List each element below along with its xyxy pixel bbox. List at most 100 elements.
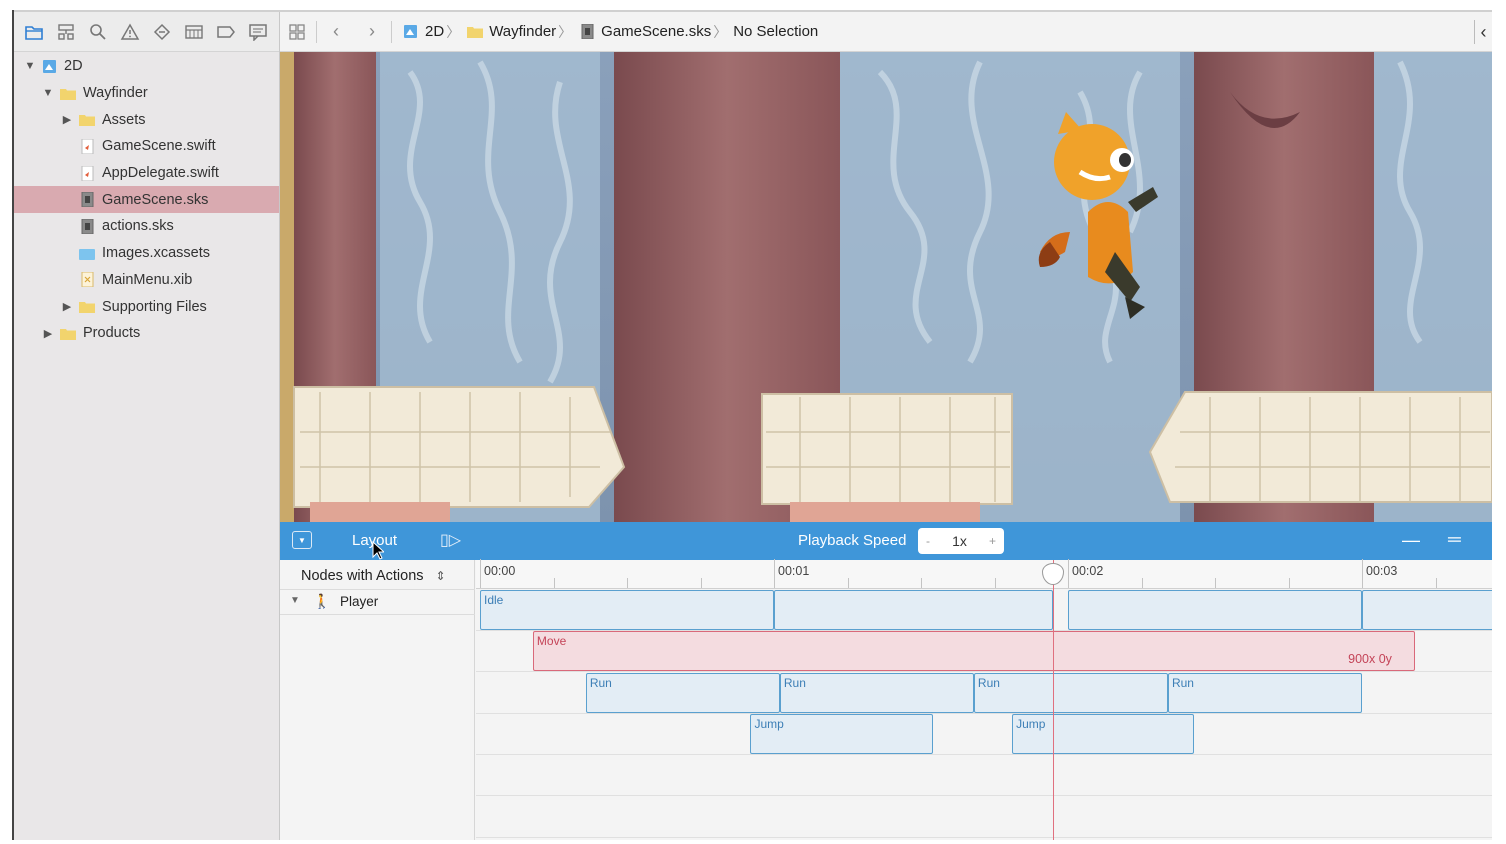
tag-icon[interactable] xyxy=(212,18,240,46)
action-clip-run[interactable]: Run xyxy=(585,672,780,713)
folder-icon xyxy=(78,112,96,127)
disclosure-triangle-icon[interactable]: ▶ xyxy=(42,327,54,340)
action-clip-label: Jump xyxy=(754,716,784,731)
tree-item-appdelegate-swift[interactable]: AppDelegate.swift xyxy=(14,160,279,187)
action-clip-label: Run xyxy=(977,675,1000,690)
track-divider xyxy=(476,712,1492,714)
file-tree: ▼ 2D ▼ Wayfinder ▶ Assets GameScene.swif… xyxy=(14,52,279,347)
tree-item-label: actions.sks xyxy=(102,218,174,235)
breadcrumb-group[interactable]: Wayfinder xyxy=(466,23,556,40)
tree-item-label: MainMenu.xib xyxy=(102,271,193,288)
timeline-tracks[interactable]: 00:00 00:01 00:02 00:03 Idle Move 900x 0y Run R… xyxy=(476,559,1492,840)
jump-bar: ‹ › 2D 〉 Wayfinder 〉 GameScene.sks 〉 No … xyxy=(280,12,1492,52)
diamond-icon[interactable] xyxy=(148,18,176,46)
tree-item-gamescene-sks[interactable]: GameScene.sks xyxy=(14,186,279,214)
comment-icon[interactable] xyxy=(244,18,272,46)
action-clip[interactable] xyxy=(1068,590,1362,630)
expand-icon[interactable]: ═ xyxy=(1448,529,1461,550)
tree-item-label: GameScene.swift xyxy=(102,138,216,155)
action-clip-jump[interactable]: Jump xyxy=(1012,713,1195,754)
sks-file-icon xyxy=(581,24,594,39)
ruler-minor-tick xyxy=(700,578,702,588)
tree-item-assets[interactable]: ▶ Assets xyxy=(14,106,279,133)
related-items-icon[interactable] xyxy=(284,19,310,45)
tree-item-label: Supporting Files xyxy=(102,298,207,315)
playback-speed-stepper[interactable]: - 1x + xyxy=(918,528,1004,554)
breadcrumb-selection[interactable]: No Selection xyxy=(733,23,818,40)
toggle-panel-icon[interactable]: ▼ xyxy=(292,531,312,549)
action-timeline: Nodes with Actions ⇕ ▼ 🚶 Player 00:00 00:… xyxy=(280,559,1492,840)
track-divider xyxy=(476,836,1492,838)
assets-icon xyxy=(78,246,96,261)
ruler-minor-tick xyxy=(847,578,849,588)
action-clip-jump[interactable]: Jump xyxy=(750,713,933,754)
track-divider xyxy=(476,795,1492,797)
play-step-icon[interactable]: ▯▷ xyxy=(440,530,461,550)
ruler-major-tick xyxy=(774,559,775,588)
disclosure-triangle-icon[interactable]: ▼ xyxy=(290,595,300,606)
ruler-time-label: 00:00 xyxy=(484,564,516,578)
action-clip-idle[interactable]: Idle xyxy=(480,590,774,630)
breadcrumb-project[interactable]: 2D xyxy=(402,23,444,40)
warning-icon[interactable] xyxy=(116,18,144,46)
list-icon[interactable] xyxy=(180,18,208,46)
xcode-window: ▼ 2D ▼ Wayfinder ▶ Assets GameScene.swif… xyxy=(14,10,1492,840)
ruler-minor-tick xyxy=(1141,578,1143,588)
speed-value: 1x xyxy=(952,533,967,549)
tree-item-mainmenu-xib[interactable]: MainMenu.xib xyxy=(14,267,279,294)
tree-item-gamescene-swift[interactable]: GameScene.swift xyxy=(14,133,279,160)
project-icon xyxy=(41,59,59,74)
action-clip-run[interactable]: Run xyxy=(973,672,1168,713)
xib-file-icon xyxy=(78,271,96,288)
ruler-minor-tick xyxy=(627,578,628,588)
scene-artwork xyxy=(280,52,1492,522)
disclosure-triangle-icon[interactable]: ▶ xyxy=(61,300,73,313)
speed-decrement-button[interactable]: - xyxy=(926,534,930,548)
action-clip-move[interactable]: Move 900x 0y xyxy=(532,631,1415,672)
project-navigator: ▼ 2D ▼ Wayfinder ▶ Assets GameScene.swif… xyxy=(14,12,280,840)
hierarchy-icon[interactable] xyxy=(52,18,80,46)
ruler-minor-tick xyxy=(1288,578,1290,588)
node-row-player[interactable]: ▼ 🚶 Player xyxy=(280,589,475,615)
breadcrumb-separator-icon: 〉 xyxy=(446,23,461,40)
disclosure-triangle-icon[interactable]: ▶ xyxy=(61,113,73,126)
sks-file-icon xyxy=(78,191,96,208)
tree-item-products[interactable]: ▶ Products xyxy=(14,320,279,347)
folder-icon[interactable] xyxy=(20,18,48,46)
zoom-out-icon[interactable]: — xyxy=(1402,530,1420,551)
tree-item-actions-sks[interactable]: actions.sks xyxy=(14,213,279,240)
scene-canvas[interactable] xyxy=(280,52,1492,522)
ruler-minor-tick xyxy=(994,578,996,588)
action-clip-label: Run xyxy=(589,675,612,690)
action-clip-run[interactable]: Run xyxy=(1167,672,1362,713)
time-ruler[interactable]: 00:00 00:01 00:02 00:03 xyxy=(476,559,1492,589)
disclosure-triangle-icon[interactable]: ▼ xyxy=(42,87,54,99)
disclosure-triangle-icon[interactable]: ▼ xyxy=(24,60,36,72)
action-clip[interactable] xyxy=(1362,590,1492,630)
speed-increment-button[interactable]: + xyxy=(989,534,996,548)
folder-icon xyxy=(59,326,77,341)
ruler-major-tick xyxy=(1362,559,1363,588)
folder-icon xyxy=(467,27,484,38)
breadcrumb-file[interactable]: GameScene.sks xyxy=(578,23,711,40)
breadcrumb-separator-icon: 〉 xyxy=(558,23,573,40)
up-down-chevron-icon: ⇕ xyxy=(435,569,446,583)
tree-item-supporting-files[interactable]: ▶ Supporting Files xyxy=(14,293,279,320)
tree-item-label: GameScene.sks xyxy=(102,191,209,208)
swift-file-icon xyxy=(78,165,96,182)
ruler-minor-tick xyxy=(1435,578,1437,588)
tree-item-wayfinder[interactable]: ▼ Wayfinder xyxy=(14,80,279,107)
nodes-filter-select[interactable]: Nodes with Actions ⇕ xyxy=(301,568,446,584)
breadcrumb-separator-icon: 〉 xyxy=(713,23,728,40)
forward-arrow-icon[interactable]: › xyxy=(359,19,385,45)
action-clip[interactable] xyxy=(774,590,1054,630)
back-arrow-icon[interactable]: ‹ xyxy=(323,19,349,45)
action-clip-run[interactable]: Run xyxy=(779,672,974,713)
tree-item-label: 2D xyxy=(64,58,83,75)
tree-item-images-xcassets[interactable]: Images.xcassets xyxy=(14,240,279,267)
breadcrumb-label: GameScene.sks xyxy=(601,23,712,40)
tree-item-2d[interactable]: ▼ 2D xyxy=(14,53,279,80)
chevron-left-icon[interactable]: ‹ xyxy=(1474,20,1492,44)
ruler-time-label: 00:02 xyxy=(1072,564,1104,578)
search-icon[interactable] xyxy=(84,18,112,46)
